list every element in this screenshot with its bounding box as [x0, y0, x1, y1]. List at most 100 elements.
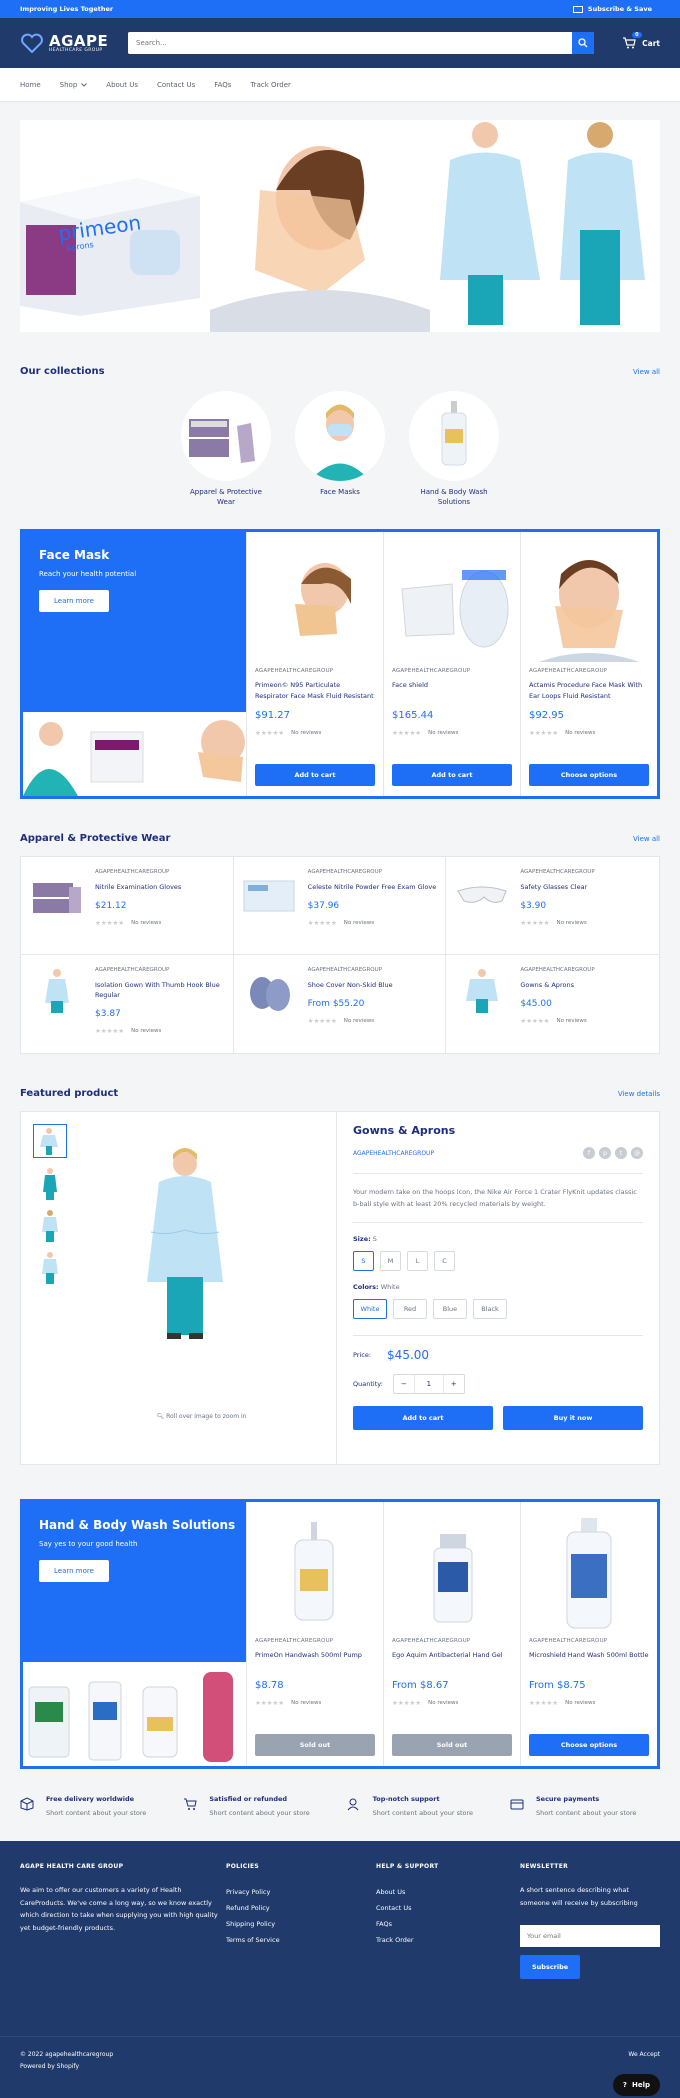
- color-label: Colors: White: [353, 1283, 643, 1291]
- thumbnail[interactable]: [33, 1208, 67, 1242]
- collection-apparel[interactable]: Apparel & Protective Wear: [181, 391, 271, 507]
- about-us-link[interactable]: About Us: [376, 1884, 520, 1900]
- sold-out-button[interactable]: Sold out: [392, 1734, 512, 1756]
- review-count: No reviews: [556, 1018, 587, 1024]
- product-name[interactable]: Celeste Nitrile Powder Free Exam Glove: [308, 882, 437, 892]
- track-order-link[interactable]: Track Order: [376, 1932, 520, 1948]
- nav-shop[interactable]: Shop: [60, 81, 88, 89]
- product-card[interactable]: AGAPEHEALTHCAREGROUP Face shield $165.44…: [383, 532, 520, 796]
- increase-button[interactable]: +: [444, 1375, 464, 1393]
- chevron-down-icon: [81, 82, 88, 87]
- product-card[interactable]: AGAPEHEALTHCAREGROUP Microshield Hand Wa…: [520, 1502, 657, 1766]
- product-rating: ★★★★★ No reviews: [307, 1017, 375, 1025]
- product-name[interactable]: Gowns & Aprons: [520, 980, 594, 990]
- product-vendor[interactable]: AGAPEHEALTHCAREGROUP: [353, 1150, 434, 1157]
- facebook-icon[interactable]: f: [583, 1147, 595, 1159]
- zoom-hint-text: Roll over image to zoom in: [166, 1413, 247, 1420]
- view-details-link[interactable]: View details: [618, 1090, 660, 1098]
- size-option-l[interactable]: L: [407, 1251, 428, 1271]
- review-count: No reviews: [291, 1700, 322, 1706]
- terms-of-service-link[interactable]: Terms of Service: [226, 1932, 376, 1948]
- faqs-link[interactable]: FAQs: [376, 1916, 520, 1932]
- choose-options-button[interactable]: Choose options: [529, 1734, 649, 1756]
- product-name[interactable]: Isolation Gown With Thumb Hook Blue Regu…: [95, 980, 225, 1000]
- product-card[interactable]: AGAPEHEALTHCAREGROUP Ego Aquim Antibacte…: [383, 1502, 520, 1766]
- logo[interactable]: AGAPE HEALTHCARE GROUP: [20, 33, 114, 53]
- thumbnail[interactable]: [33, 1166, 67, 1200]
- twitter-icon[interactable]: t: [615, 1147, 627, 1159]
- help-button[interactable]: ? Help: [612, 2074, 660, 2096]
- nav-home[interactable]: Home: [20, 81, 41, 89]
- product-name[interactable]: Safety Glasses Clear: [520, 882, 594, 892]
- size-option-s[interactable]: S: [353, 1251, 374, 1271]
- product-item[interactable]: AGAPEHEALTHCAREGROUP Gowns & Aprons $45.00…: [446, 955, 659, 1053]
- product-card[interactable]: AGAPEHEALTHCAREGROUP Primeon© N95 Partic…: [246, 532, 383, 796]
- shipping-policy-link[interactable]: Shipping Policy: [226, 1916, 376, 1932]
- apparel-view-all[interactable]: View all: [633, 835, 660, 843]
- color-option-red[interactable]: Red: [393, 1299, 427, 1319]
- nav-about[interactable]: About Us: [106, 81, 138, 89]
- pinterest-icon[interactable]: p: [599, 1147, 611, 1159]
- product-main-image[interactable]: 🔍︎ Roll over image to zoom in: [67, 1112, 337, 1464]
- buy-now-button[interactable]: Buy it now: [503, 1406, 643, 1430]
- choose-options-button[interactable]: Choose options: [529, 764, 649, 786]
- cart-button[interactable]: 0 Cart: [622, 31, 660, 49]
- footer-help-title: HELP & SUPPORT: [376, 1863, 439, 1870]
- vendor-row: AGAPEHEALTHCAREGROUP f p t @: [353, 1147, 643, 1174]
- add-to-cart-button[interactable]: Add to cart: [392, 764, 512, 786]
- share-icons: f p t @: [583, 1147, 643, 1159]
- add-to-cart-button[interactable]: Add to cart: [353, 1406, 493, 1430]
- product-name[interactable]: Face shield: [392, 680, 512, 702]
- product-name[interactable]: PrimeOn Handwash 500ml Pump: [255, 1650, 375, 1672]
- collection-hand-body-wash[interactable]: Hand & Body Wash Solutions: [409, 391, 499, 507]
- search-input[interactable]: [128, 32, 573, 54]
- size-option-m[interactable]: M: [380, 1251, 401, 1271]
- subscribe-button[interactable]: Subscribe: [520, 1955, 581, 1979]
- product-name[interactable]: Ego Aquim Antibacterial Hand Gel: [392, 1650, 512, 1672]
- color-option-black[interactable]: Black: [473, 1299, 507, 1319]
- collection-face-masks[interactable]: Face Masks: [295, 391, 385, 507]
- product-name[interactable]: Nitrile Examination Gloves: [95, 882, 181, 892]
- product-rating: ★★★★★ No reviews: [520, 919, 587, 927]
- product-item[interactable]: AGAPEHEALTHCAREGROUP Shoe Cover Non-Skid …: [234, 955, 447, 1053]
- promo-subtitle: Reach your health potential: [39, 570, 137, 578]
- collections-view-all[interactable]: View all: [633, 368, 660, 376]
- subscribe-link[interactable]: Subscribe & Save: [572, 5, 652, 13]
- thumbnail[interactable]: [33, 1124, 67, 1158]
- powered-by[interactable]: Powered by Shopify: [20, 2061, 660, 2073]
- product-title: Gowns & Aprons: [353, 1124, 456, 1137]
- product-item[interactable]: AGAPEHEALTHCAREGROUP Safety Glasses Clear…: [446, 857, 659, 955]
- decrease-button[interactable]: −: [394, 1375, 414, 1393]
- thumbnail[interactable]: [33, 1250, 67, 1284]
- quantity-value[interactable]: 1: [413, 1375, 444, 1393]
- product-card[interactable]: AGAPEHEALTHCAREGROUP PrimeOn Handwash 50…: [246, 1502, 383, 1766]
- learn-more-button[interactable]: Learn more: [39, 1560, 109, 1582]
- size-option-c[interactable]: C: [434, 1251, 455, 1271]
- product-name[interactable]: Microshield Hand Wash 500ml Bottle: [529, 1650, 649, 1672]
- cart-count-badge: 0: [631, 31, 643, 39]
- email-icon[interactable]: @: [631, 1147, 643, 1159]
- hero-slideshow[interactable]: primeon Aprons: [20, 120, 660, 332]
- product-name[interactable]: Shoe Cover Non-Skid Blue: [308, 980, 393, 990]
- privacy-policy-link[interactable]: Privacy Policy: [226, 1884, 376, 1900]
- product-item[interactable]: AGAPEHEALTHCAREGROUP Nitrile Examination …: [21, 857, 234, 955]
- product-card[interactable]: AGAPEHEALTHCAREGROUP Actamis Procedure F…: [520, 532, 657, 796]
- add-to-cart-button[interactable]: Add to cart: [255, 764, 375, 786]
- contact-us-link[interactable]: Contact Us: [376, 1900, 520, 1916]
- collection-image: [181, 391, 271, 481]
- support-icon: [347, 1798, 359, 1811]
- product-name[interactable]: Actamis Procedure Face Mask With Ear Loo…: [529, 680, 649, 702]
- product-item[interactable]: AGAPEHEALTHCAREGROUP Celeste Nitrile Powd…: [233, 857, 447, 955]
- nav-contact[interactable]: Contact Us: [157, 81, 195, 89]
- learn-more-button[interactable]: Learn more: [39, 590, 109, 612]
- product-item[interactable]: AGAPEHEALTHCAREGROUP Isolation Gown With …: [21, 955, 234, 1053]
- nav-faqs[interactable]: FAQs: [214, 81, 231, 89]
- refund-policy-link[interactable]: Refund Policy: [226, 1900, 376, 1916]
- sold-out-button[interactable]: Sold out: [255, 1734, 375, 1756]
- newsletter-email-input[interactable]: [520, 1925, 660, 1947]
- product-name[interactable]: Primeon© N95 Particulate Respirator Face…: [255, 680, 375, 702]
- search-button[interactable]: [572, 32, 595, 54]
- color-option-white[interactable]: White: [353, 1299, 387, 1319]
- color-option-blue[interactable]: Blue: [433, 1299, 467, 1319]
- nav-track-order[interactable]: Track Order: [250, 81, 290, 89]
